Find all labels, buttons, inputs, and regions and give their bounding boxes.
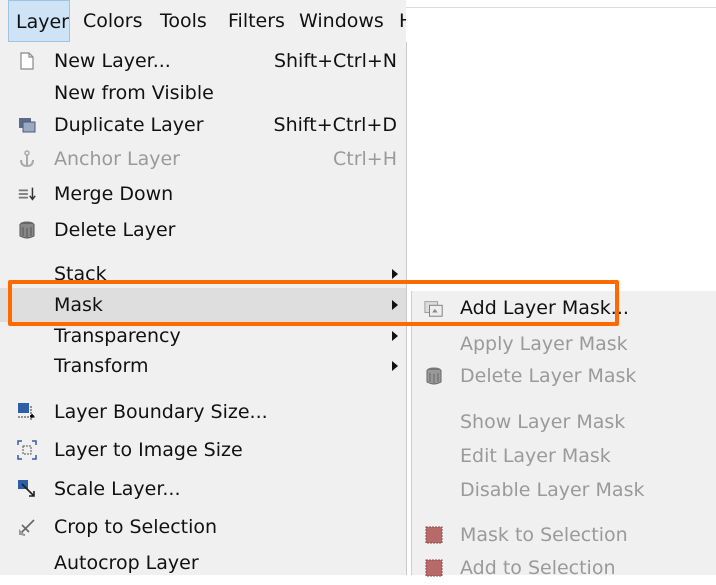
menu-item-new-from-visible[interactable]: New from Visible <box>0 76 406 110</box>
shortcut: Ctrl+H <box>332 148 397 170</box>
menu-item-duplicate-layer[interactable]: Duplicate Layer Shift+Ctrl+D <box>0 108 406 142</box>
menu-item-label: Scale Layer... <box>54 478 181 500</box>
menu-item-label: Delete Layer <box>54 219 176 241</box>
submenu-item-label: Disable Layer Mask <box>460 479 645 501</box>
menu-item-new-layer[interactable]: New Layer... Shift+Ctrl+N <box>0 44 406 78</box>
new-layer-icon <box>20 52 34 70</box>
mask-selection-icon <box>425 526 443 544</box>
merge-down-icon <box>18 187 36 201</box>
menu-item-scale-layer[interactable]: Scale Layer... <box>0 472 406 506</box>
menu-item-crop-to-selection[interactable]: Crop to Selection <box>0 510 406 544</box>
layer-boundary-icon <box>18 403 35 421</box>
submenu-arrow-icon <box>392 269 398 279</box>
duplicate-layer-icon <box>19 118 36 133</box>
submenu-item-label: Mask to Selection <box>460 524 628 546</box>
menu-item-anchor-layer[interactable]: Anchor Layer Ctrl+H <box>0 142 406 176</box>
menu-item-label: Merge Down <box>54 183 174 205</box>
menu-item-label: New Layer... <box>54 50 171 72</box>
menu-colors[interactable]: Colors <box>83 0 143 42</box>
menu-help[interactable]: H <box>399 0 406 42</box>
submenu-item-label: Apply Layer Mask <box>460 333 628 355</box>
submenu-item-show-layer-mask[interactable]: Show Layer Mask <box>412 405 716 439</box>
delete-icon <box>19 221 35 239</box>
shortcut: Shift+Ctrl+D <box>273 114 397 136</box>
menu-item-label: New from Visible <box>54 82 214 104</box>
scale-layer-icon <box>18 480 35 497</box>
submenu-arrow-icon <box>392 331 398 341</box>
menu-item-label: Layer Boundary Size... <box>54 401 268 423</box>
submenu-item-disable-layer-mask[interactable]: Disable Layer Mask <box>412 473 716 507</box>
menu-item-label: Layer to Image Size <box>54 439 243 461</box>
menu-windows[interactable]: Windows <box>299 0 384 42</box>
menu-item-label: Anchor Layer <box>54 148 180 170</box>
anchor-icon <box>20 150 34 168</box>
menu-tools[interactable]: Tools <box>160 0 207 42</box>
submenu-item-mask-to-selection[interactable]: Mask to Selection <box>412 518 716 552</box>
menu-item-layer-boundary-size[interactable]: Layer Boundary Size... <box>0 395 406 429</box>
delete-icon <box>426 367 442 385</box>
menu-item-transform[interactable]: Transform <box>0 349 406 383</box>
submenu-item-edit-layer-mask[interactable]: Edit Layer Mask <box>412 439 716 473</box>
menu-item-label: Crop to Selection <box>54 516 218 538</box>
submenu-item-add-to-selection[interactable]: Add to Selection <box>412 551 716 585</box>
submenu-arrow-icon <box>392 361 398 371</box>
layer-to-image-icon <box>17 440 37 460</box>
menu-item-label: Duplicate Layer <box>54 114 204 136</box>
submenu-item-delete-layer-mask[interactable]: Delete Layer Mask <box>412 359 716 393</box>
menu-item-delete-layer[interactable]: Delete Layer <box>0 213 406 247</box>
menu-item-merge-down[interactable]: Merge Down <box>0 177 406 211</box>
menu-filters[interactable]: Filters <box>228 0 285 42</box>
annotation-highlight <box>8 280 619 326</box>
menu-item-label: Transform <box>54 355 149 377</box>
submenu-item-label: Show Layer Mask <box>460 411 626 433</box>
window-edge <box>406 7 716 8</box>
submenu-item-label: Add to Selection <box>460 557 616 579</box>
menubar: Layer Colors Tools Filters Windows H <box>0 0 406 43</box>
submenu-item-label: Delete Layer Mask <box>460 365 637 387</box>
crop-icon <box>19 519 35 536</box>
menu-item-layer-to-image-size[interactable]: Layer to Image Size <box>0 433 406 467</box>
submenu-item-label: Edit Layer Mask <box>460 445 611 467</box>
menu-layer[interactable]: Layer <box>8 0 70 42</box>
mask-selection-icon <box>425 559 443 577</box>
shortcut: Shift+Ctrl+N <box>273 50 397 72</box>
submenu-item-apply-layer-mask[interactable]: Apply Layer Mask <box>412 327 716 361</box>
mask-submenu: Add Layer Mask... Apply Layer Mask Delet… <box>411 291 716 579</box>
